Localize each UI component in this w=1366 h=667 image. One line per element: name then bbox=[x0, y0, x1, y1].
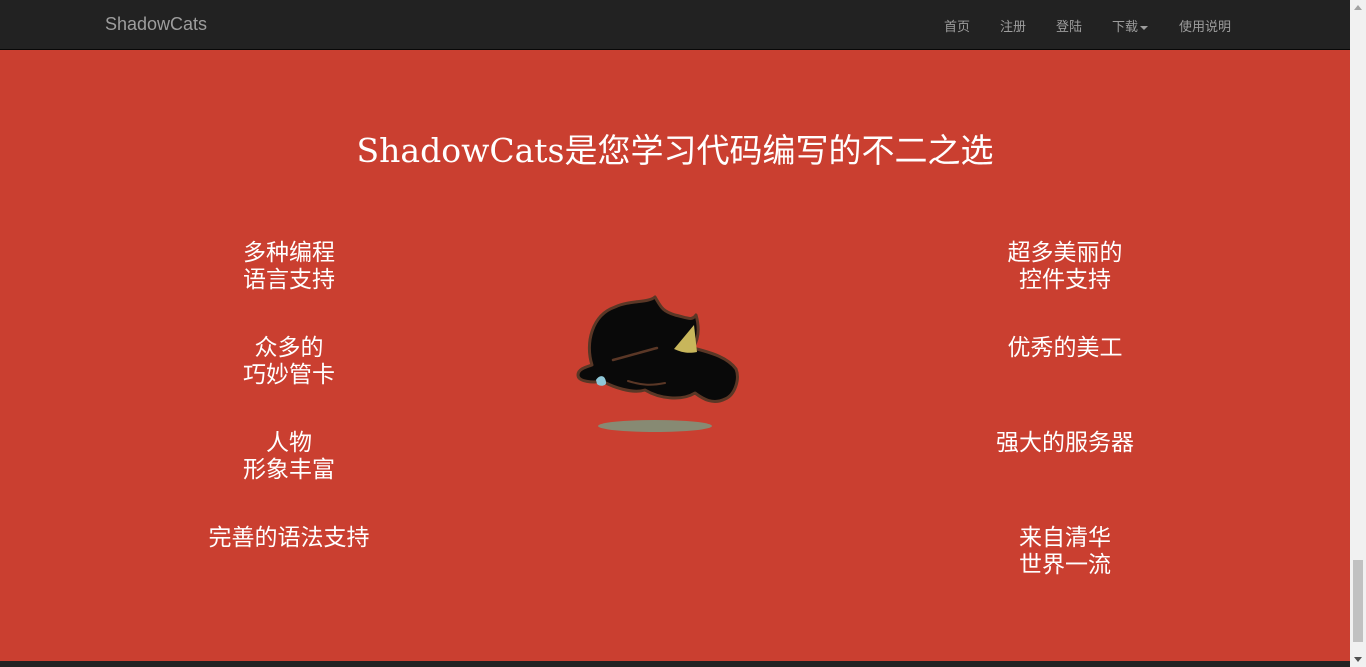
feature-text: 众多的 bbox=[254, 335, 324, 361]
feature-text: 世界一流 bbox=[1019, 552, 1111, 578]
feature-right-1: 超多美丽的 控件支持 bbox=[935, 240, 1195, 294]
scroll-up-arrow-icon[interactable] bbox=[1354, 5, 1362, 10]
navbar: ShadowCats 首页 注册 登陆 下载 使用说明 bbox=[0, 0, 1350, 50]
feature-right-4: 来自清华 世界一流 bbox=[935, 525, 1195, 579]
page-headline: ShadowCats是您学习代码编写的不二之选 bbox=[356, 131, 994, 170]
feature-right-2: 优秀的美工 bbox=[935, 335, 1195, 362]
feature-right-3: 强大的服务器 bbox=[935, 430, 1195, 457]
cat-shadow bbox=[598, 420, 712, 432]
scroll-down-arrow-icon[interactable] bbox=[1354, 657, 1362, 662]
feature-text: 形象丰富 bbox=[243, 457, 335, 483]
feature-text: 来自清华 bbox=[1019, 525, 1111, 551]
caret-down-icon bbox=[1140, 25, 1149, 30]
feature-left-4: 完善的语法支持 bbox=[159, 525, 419, 552]
feature-text: 巧妙管卡 bbox=[243, 362, 335, 388]
nav-instructions-link[interactable]: 使用说明 bbox=[1179, 16, 1231, 35]
hero-section: ShadowCats是您学习代码编写的不二之选 多种编程 语言支持 众多的 巧妙… bbox=[0, 50, 1350, 661]
feature-text: 多种编程 bbox=[243, 240, 335, 266]
feature-text: 控件支持 bbox=[1019, 267, 1111, 293]
feature-text: 优秀的美工 bbox=[1007, 335, 1123, 361]
feature-text: 强大的服务器 bbox=[996, 430, 1134, 456]
vertical-scrollbar[interactable] bbox=[1350, 0, 1366, 667]
brand-link[interactable]: ShadowCats bbox=[105, 14, 207, 35]
nav-register-link[interactable]: 注册 bbox=[1000, 16, 1026, 35]
nav-login-link[interactable]: 登陆 bbox=[1056, 16, 1082, 35]
feature-left-3: 人物 形象丰富 bbox=[159, 430, 419, 484]
feature-text: 语言支持 bbox=[243, 267, 335, 293]
nav-download-label: 下载 bbox=[1112, 20, 1139, 35]
nav-home-link[interactable]: 首页 bbox=[944, 16, 970, 35]
footer-edge bbox=[0, 661, 1350, 667]
scrollbar-thumb[interactable] bbox=[1353, 560, 1363, 642]
feature-text: 超多美丽的 bbox=[1007, 240, 1123, 266]
nav-download-dropdown[interactable]: 下载 bbox=[1112, 16, 1149, 35]
feature-left-2: 众多的 巧妙管卡 bbox=[159, 335, 419, 389]
feature-left-1: 多种编程 语言支持 bbox=[159, 240, 419, 294]
feature-text: 人物 bbox=[266, 430, 312, 456]
cat-body bbox=[576, 295, 739, 403]
sleeping-cat-illustration bbox=[576, 295, 739, 432]
feature-text: 完善的语法支持 bbox=[208, 525, 370, 551]
